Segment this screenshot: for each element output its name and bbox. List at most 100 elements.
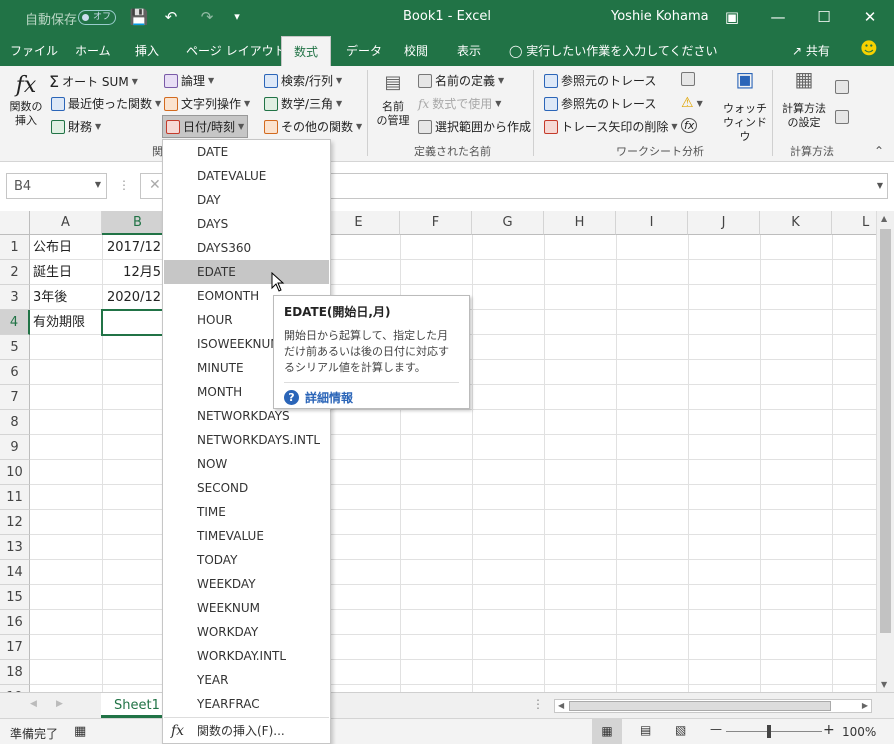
normal-view-icon[interactable]: ▦ bbox=[592, 719, 622, 744]
menu-item-workday[interactable]: WORKDAY bbox=[164, 620, 329, 644]
row-header-9[interactable]: 9 bbox=[0, 435, 30, 460]
tab-page-layout[interactable]: ページ レイアウト bbox=[186, 42, 286, 59]
define-name-button[interactable]: 名前の定義 ▼ bbox=[418, 72, 504, 89]
cell-a3[interactable]: 3年後 bbox=[30, 285, 102, 310]
menu-item-insert-function[interactable]: fx 関数の挿入(F)... bbox=[164, 719, 329, 743]
financial-button[interactable]: 財務 ▼ bbox=[51, 118, 101, 135]
name-box[interactable]: B4 ▼ bbox=[6, 173, 107, 199]
menu-item-date[interactable]: DATE bbox=[164, 140, 329, 164]
row-header-8[interactable]: 8 bbox=[0, 410, 30, 435]
tell-me-box[interactable]: ◯ 実行したい作業を入力してください bbox=[509, 42, 718, 59]
cancel-icon[interactable]: ✕ bbox=[149, 177, 161, 193]
tab-review[interactable]: 校閲 bbox=[404, 42, 428, 59]
column-header-h[interactable]: H bbox=[544, 211, 616, 235]
column-header-l[interactable]: L bbox=[832, 211, 876, 235]
menu-item-workday-intl[interactable]: WORKDAY.INTL bbox=[164, 644, 329, 668]
row-header-11[interactable]: 11 bbox=[0, 485, 30, 510]
cell-b3[interactable]: 2020/12 bbox=[102, 285, 164, 310]
close-icon[interactable]: ✕ bbox=[847, 0, 893, 34]
more-info-link[interactable]: ? 詳細情報 bbox=[284, 382, 459, 406]
watch-window-button[interactable]: ▣ ウォッチ ウィンドウ bbox=[722, 69, 768, 144]
zoom-out-icon[interactable]: — bbox=[710, 722, 722, 736]
column-header-i[interactable]: I bbox=[616, 211, 688, 235]
prev-sheet-icon[interactable]: ◀ bbox=[30, 699, 37, 709]
datetime-button[interactable]: 日付/時刻 ▼ bbox=[162, 115, 249, 138]
menu-item-today[interactable]: TODAY bbox=[164, 548, 329, 572]
row-header-19[interactable]: 19 bbox=[0, 685, 30, 692]
column-header-k[interactable]: K bbox=[760, 211, 832, 235]
zoom-in-icon[interactable]: + bbox=[823, 722, 835, 738]
row-header-10[interactable]: 10 bbox=[0, 460, 30, 485]
menu-item-days[interactable]: DAYS bbox=[164, 212, 329, 236]
redo-icon[interactable]: ↷ bbox=[188, 0, 226, 34]
vertical-scrollbar[interactable]: ▲ ▼ bbox=[876, 211, 894, 695]
menu-item-timevalue[interactable]: TIMEVALUE bbox=[164, 524, 329, 548]
evaluate-formula-button[interactable]: fx bbox=[681, 118, 698, 133]
column-header-a[interactable]: A bbox=[30, 211, 102, 235]
error-checking-button[interactable]: ⚠ ▼ bbox=[681, 95, 703, 111]
sheet-tab-sheet1[interactable]: Sheet1 bbox=[101, 693, 171, 718]
show-formulas-button[interactable] bbox=[681, 72, 695, 86]
maximize-icon[interactable]: ☐ bbox=[801, 0, 847, 34]
row-header-6[interactable]: 6 bbox=[0, 360, 30, 385]
recent-functions-button[interactable]: 最近使った関数 ▼ bbox=[51, 95, 161, 112]
tab-data[interactable]: データ bbox=[346, 42, 382, 59]
row-header-3[interactable]: 3 bbox=[0, 285, 30, 310]
chevron-down-icon[interactable]: ▼ bbox=[95, 180, 101, 189]
logical-button[interactable]: 論理 ▼ bbox=[164, 72, 214, 89]
trace-precedents-button[interactable]: 参照元のトレース bbox=[544, 72, 656, 89]
smiley-icon[interactable]: ☻ bbox=[860, 39, 878, 59]
undo-icon[interactable]: ↶ bbox=[152, 0, 190, 34]
expand-formula-bar-icon[interactable]: ▼ bbox=[877, 181, 883, 190]
row-header-12[interactable]: 12 bbox=[0, 510, 30, 535]
row-header-13[interactable]: 13 bbox=[0, 535, 30, 560]
page-break-view-icon[interactable]: ▧ bbox=[675, 723, 686, 737]
worksheet-grid[interactable]: A B C D E F G H I J K L 1 2 3 4 5 6 7 8 … bbox=[0, 211, 876, 692]
tab-view[interactable]: 表示 bbox=[457, 42, 481, 59]
scroll-right-icon[interactable]: ▶ bbox=[862, 701, 868, 710]
user-name[interactable]: Yoshie Kohama bbox=[611, 9, 709, 24]
row-header-2[interactable]: 2 bbox=[0, 260, 30, 285]
zoom-slider[interactable] bbox=[726, 731, 822, 732]
column-header-f[interactable]: F bbox=[400, 211, 472, 235]
select-all-corner[interactable] bbox=[0, 211, 30, 235]
cell-a1[interactable]: 公布日 bbox=[30, 235, 102, 260]
tab-insert[interactable]: 挿入 bbox=[135, 42, 159, 59]
menu-item-year[interactable]: YEAR bbox=[164, 668, 329, 692]
next-sheet-icon[interactable]: ▶ bbox=[56, 699, 63, 709]
remove-arrows-button[interactable]: トレース矢印の削除 ▼ bbox=[544, 118, 678, 135]
row-header-18[interactable]: 18 bbox=[0, 660, 30, 685]
tab-home[interactable]: ホーム bbox=[75, 42, 111, 59]
cell-a2[interactable]: 誕生日 bbox=[30, 260, 102, 285]
scroll-down-icon[interactable]: ▼ bbox=[881, 680, 887, 689]
scroll-thumb[interactable] bbox=[880, 229, 891, 633]
ribbon-display-icon[interactable]: ▣ bbox=[709, 0, 755, 34]
customize-qat-icon[interactable]: ▾ bbox=[222, 0, 252, 34]
cell-b1[interactable]: 2017/12 bbox=[102, 235, 164, 260]
menu-item-weekday[interactable]: WEEKDAY bbox=[164, 572, 329, 596]
row-header-16[interactable]: 16 bbox=[0, 610, 30, 635]
zoom-slider-thumb[interactable] bbox=[767, 725, 771, 738]
page-layout-view-icon[interactable]: ▤ bbox=[640, 723, 651, 737]
menu-item-now[interactable]: NOW bbox=[164, 452, 329, 476]
create-from-selection-button[interactable]: 選択範囲から作成 bbox=[418, 118, 531, 135]
horizontal-scrollbar[interactable]: ◀ ▶ bbox=[554, 699, 872, 713]
menu-item-days360[interactable]: DAYS360 bbox=[164, 236, 329, 260]
lookup-button[interactable]: 検索/行列 ▼ bbox=[264, 72, 342, 89]
autosave-toggle[interactable]: オフ bbox=[78, 10, 116, 25]
column-header-g[interactable]: G bbox=[472, 211, 544, 235]
trace-dependents-button[interactable]: 参照先のトレース bbox=[544, 95, 656, 112]
menu-item-weeknum[interactable]: WEEKNUM bbox=[164, 596, 329, 620]
menu-item-datevalue[interactable]: DATEVALUE bbox=[164, 164, 329, 188]
row-header-7[interactable]: 7 bbox=[0, 385, 30, 410]
tab-formulas[interactable]: 数式 bbox=[281, 36, 332, 66]
menu-item-second[interactable]: SECOND bbox=[164, 476, 329, 500]
zoom-level[interactable]: 100% bbox=[842, 725, 876, 739]
calculate-sheet-button[interactable] bbox=[835, 110, 849, 124]
menu-item-yearfrac[interactable]: YEARFRAC bbox=[164, 692, 329, 716]
collapse-ribbon-icon[interactable]: ⌃ bbox=[874, 144, 884, 158]
use-in-formula-button[interactable]: fx 数式で使用 ▼ bbox=[418, 95, 501, 112]
row-header-4[interactable]: 4 bbox=[0, 310, 30, 335]
row-header-5[interactable]: 5 bbox=[0, 335, 30, 360]
text-button[interactable]: 文字列操作 ▼ bbox=[164, 95, 250, 112]
